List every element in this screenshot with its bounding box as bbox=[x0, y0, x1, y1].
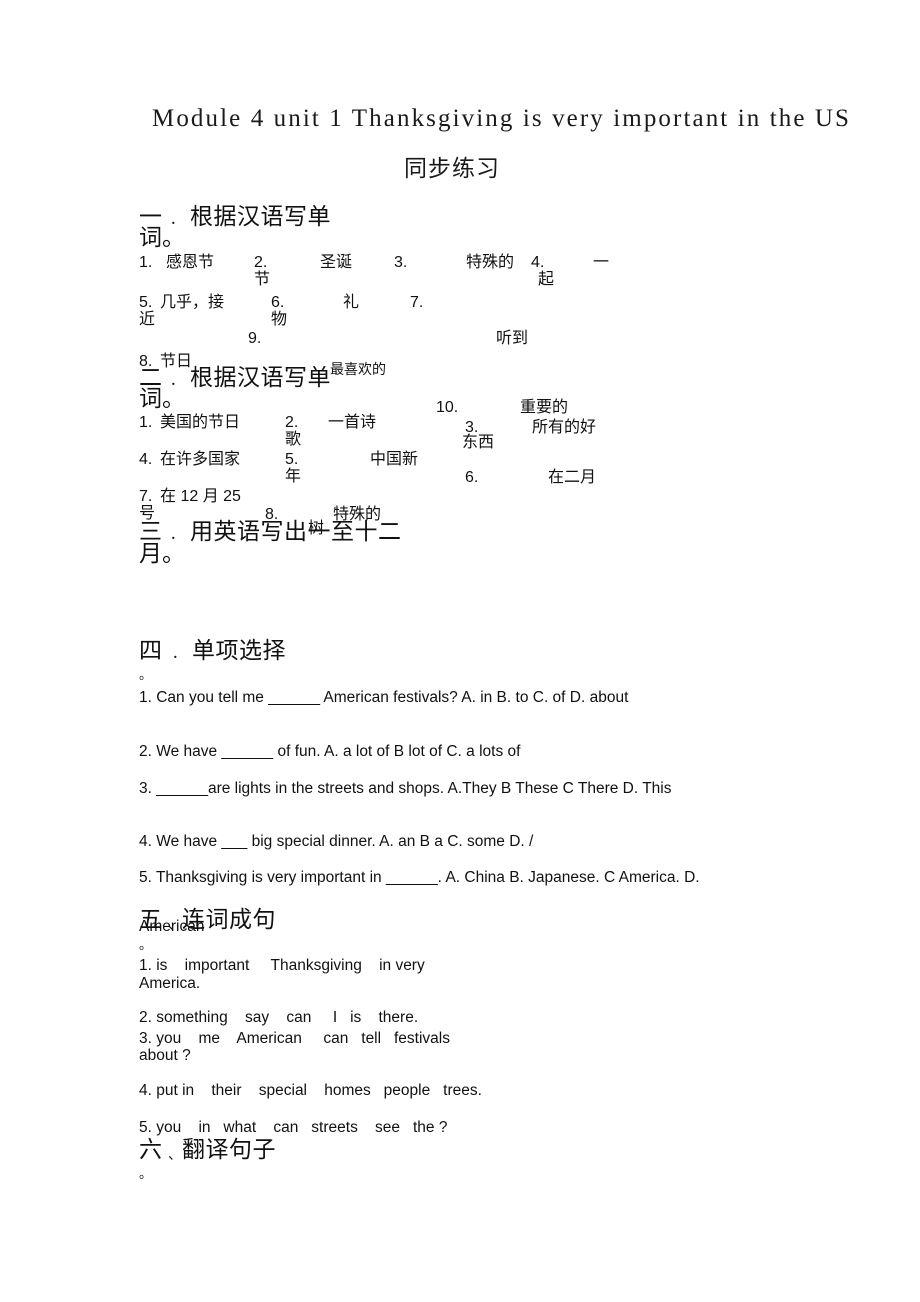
s5-item-2: 2. something say can I is there. bbox=[139, 1009, 419, 1026]
s2-item-10-answer: 重要的 bbox=[520, 399, 569, 416]
s2-item-6-number: 6. bbox=[465, 469, 479, 486]
s4-question-4: 4. We have ___ big special dinner. A. an… bbox=[139, 833, 534, 850]
section-5-heading-number: 五 bbox=[139, 906, 163, 932]
section-1-heading-text: 根据汉语写单 bbox=[190, 203, 331, 229]
s2-item-10-number: 10. bbox=[436, 399, 459, 416]
s2-item-3-answer: 所有的好 bbox=[532, 419, 597, 436]
section-5-heading-period: 。 bbox=[139, 937, 153, 952]
s1-item-9-answer: 最喜欢的 bbox=[330, 361, 386, 377]
section-4-heading-text: 单项选择 bbox=[192, 637, 286, 663]
section-5-heading-text: 连词成句 bbox=[182, 906, 276, 932]
section-6-heading-period: 。 bbox=[139, 1166, 153, 1181]
section-2-heading-wrap: 词。 bbox=[139, 385, 185, 411]
s2-item-2-answer-wrap: 歌 bbox=[285, 431, 302, 448]
s4-question-5: 5. Thanksgiving is very important in ___… bbox=[139, 869, 700, 886]
section-1-heading-wrap: 词。 bbox=[139, 224, 185, 250]
section-6-heading-dot: 、 bbox=[168, 1146, 182, 1162]
s2-item-3-answer-wrap: 东西 bbox=[462, 434, 495, 451]
s4-question-3: 3. ______are lights in the streets and s… bbox=[139, 780, 672, 797]
s1-item-3-answer: 特殊的 bbox=[466, 254, 515, 271]
s2-item-1-number: 1. bbox=[139, 414, 153, 431]
s1-item-1-number: 1. bbox=[139, 254, 153, 271]
s5-item-1-wrap: America. bbox=[139, 975, 201, 992]
s2-item-5-answer-wrap: 年 bbox=[285, 468, 302, 485]
s2-item-2-answer: 一首诗 bbox=[328, 414, 377, 431]
s4-question-2: 2. We have ______ of fun. A. a lot of B … bbox=[139, 743, 521, 760]
s2-item-4-number: 4. bbox=[139, 451, 153, 468]
section-6-heading-text: 翻译句子 bbox=[182, 1136, 276, 1162]
section-4-heading-period: 。 bbox=[139, 667, 153, 682]
s1-item-2-answer-wrap: 节 bbox=[254, 271, 271, 288]
s1-item-5-answer: 几乎，接 bbox=[160, 294, 225, 311]
page-title: Module 4 unit 1 Thanksgiving is very imp… bbox=[152, 105, 852, 132]
s1-item-4-answer-wrap: 起 bbox=[538, 271, 555, 288]
section-4-heading-number: 四 bbox=[139, 637, 163, 663]
section-6-heading-number: 六 bbox=[139, 1136, 163, 1162]
s1-item-7-answer: 听到 bbox=[496, 330, 529, 347]
s1-item-2-answer: 圣诞 bbox=[320, 254, 353, 271]
s1-item-5-answer-wrap: 近 bbox=[139, 311, 156, 328]
section-3-heading-wrap: 月。 bbox=[139, 540, 185, 566]
s2-item-6-answer: 在二月 bbox=[548, 469, 597, 486]
s2-item-7-answer: 在 12 月 25 bbox=[160, 488, 241, 505]
s1-item-8-answer: 节日 bbox=[160, 353, 193, 370]
s4-question-1: 1. Can you tell me ______ American festi… bbox=[139, 689, 629, 706]
s1-item-6-answer-wrap: 物 bbox=[271, 311, 288, 328]
section-2-heading-text: 根据汉语写单 bbox=[190, 364, 331, 390]
section-4-heading-dot: ． bbox=[172, 645, 186, 661]
s2-item-5-answer: 中国新 bbox=[370, 451, 419, 468]
s1-item-1-answer: 感恩节 bbox=[166, 254, 215, 271]
worksheet-page: Module 4 unit 1 Thanksgiving is very imp… bbox=[0, 0, 920, 1302]
page-subtitle: 同步练习 bbox=[404, 155, 500, 181]
s5-item-1: 1. is important Thanksgiving in very bbox=[139, 957, 425, 974]
section-3-heading-text: 用英语写出一至十二 bbox=[190, 518, 402, 544]
s1-item-7-number: 7. bbox=[410, 294, 424, 311]
s1-item-6-answer: 礼 bbox=[343, 294, 360, 311]
s5-item-3-wrap: about ? bbox=[139, 1047, 191, 1064]
section-5-heading-dot: 、 bbox=[168, 916, 182, 932]
s1-item-3-number: 3. bbox=[394, 254, 408, 271]
s5-item-4: 4. put in their special homes people tre… bbox=[139, 1082, 482, 1099]
s5-item-5: 5. you in what can streets see the ? bbox=[139, 1119, 448, 1136]
s2-item-1-answer: 美国的节日 bbox=[160, 414, 241, 431]
s2-item-4-answer: 在许多国家 bbox=[160, 451, 241, 468]
s1-item-9-number: 9. bbox=[248, 330, 262, 347]
s1-item-4-answer: 一 bbox=[593, 254, 610, 271]
